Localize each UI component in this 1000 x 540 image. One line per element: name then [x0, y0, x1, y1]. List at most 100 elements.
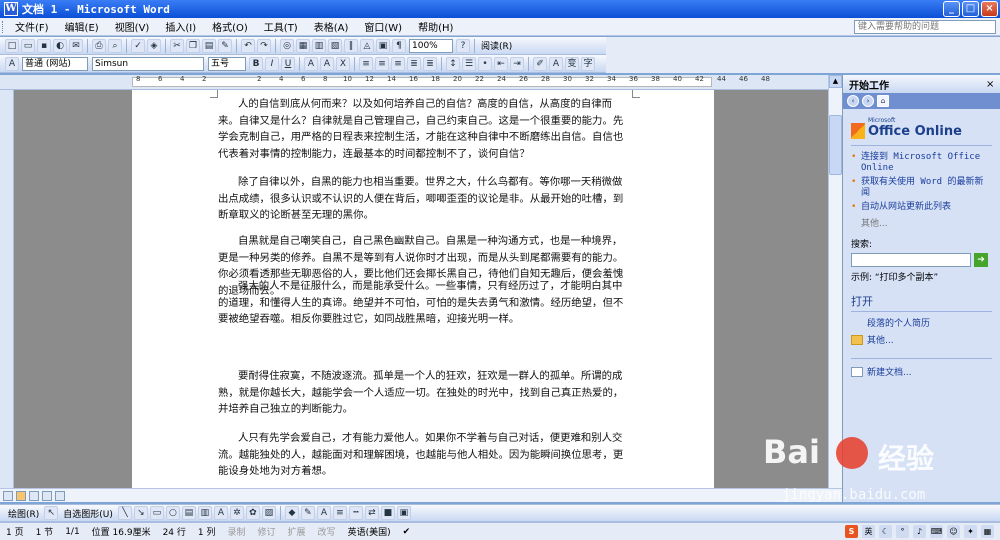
link-latest-news[interactable]: • 获取有关使用 Word 的最新新闻: [851, 177, 992, 199]
save-icon[interactable]: ▪: [37, 38, 51, 53]
copy-icon[interactable]: ❐: [186, 38, 200, 53]
3d-style-icon[interactable]: ▣: [396, 506, 411, 520]
outline-view-icon[interactable]: [42, 490, 52, 501]
columns-icon[interactable]: ‖: [344, 38, 358, 53]
maximize-button[interactable]: □: [962, 1, 979, 17]
help-search-input[interactable]: 键入需要帮助的问题: [854, 19, 996, 34]
increase-indent-icon[interactable]: ⇥: [510, 56, 524, 71]
show-hide-icon[interactable]: ¶: [392, 38, 406, 53]
horizontal-scrollbar[interactable]: [0, 488, 842, 502]
paragraph[interactable]: 强大的人不是征服什么，而是能承受什么。一些事情，只有经历过了，才能明白其中的道理…: [218, 278, 630, 328]
oval-icon[interactable]: ○: [165, 506, 180, 520]
menu-table[interactable]: 表格(A): [306, 19, 357, 34]
style-select[interactable]: 普通 (网站): [22, 56, 88, 71]
vertical-ruler[interactable]: [0, 90, 14, 488]
status-record[interactable]: 录制: [222, 525, 252, 538]
document-page[interactable]: 人的自信到底从何而来？以及如何培养自己的自信？高度的自信，从高度的自律而来。自律…: [132, 90, 714, 488]
more-link[interactable]: 其他...: [861, 216, 992, 229]
print-icon[interactable]: ⎙: [92, 38, 106, 53]
menu-grip[interactable]: [2, 20, 4, 33]
underline-icon[interactable]: U: [281, 56, 295, 71]
dash-style-icon[interactable]: ┅: [348, 506, 363, 520]
paragraph[interactable]: 要耐得住寂寞，不随波逐流。孤单是一个人的狂欢，狂欢是一群人的孤单。所谓的成熟，就…: [218, 368, 630, 418]
autoshapes-menu[interactable]: 自选图形(U): [59, 507, 117, 520]
hyperlink-icon[interactable]: ◎: [280, 38, 294, 53]
drawing-icon[interactable]: ◬: [360, 38, 374, 53]
back-icon[interactable]: ‹: [847, 95, 859, 107]
font-color-draw-icon[interactable]: A: [316, 506, 331, 520]
wordart-icon[interactable]: A: [213, 506, 228, 520]
menu-file[interactable]: 文件(F): [7, 19, 57, 34]
open-folder-icon[interactable]: ▭: [21, 38, 35, 53]
punctuation-icon[interactable]: °: [896, 525, 909, 538]
size-select[interactable]: 五号: [208, 56, 246, 71]
redo-icon[interactable]: ↷: [257, 38, 271, 53]
styles-formatting-icon[interactable]: A: [5, 56, 19, 71]
bold-icon[interactable]: B: [249, 56, 263, 71]
print-preview-icon[interactable]: ⌕: [108, 38, 122, 53]
new-document-link[interactable]: 新建文档...: [851, 358, 992, 378]
normal-view-icon[interactable]: [3, 490, 13, 501]
spelling-status-icon[interactable]: ✔: [397, 527, 417, 537]
menu-format[interactable]: 格式(O): [204, 19, 256, 34]
home-icon[interactable]: ⌂: [877, 95, 889, 107]
recent-file[interactable]: 段落的个人简历: [851, 316, 992, 329]
bullets-icon[interactable]: •: [478, 56, 492, 71]
reading-view-icon[interactable]: [55, 490, 65, 501]
fill-color-icon[interactable]: ◆: [284, 506, 299, 520]
keyboard-icon[interactable]: ⌨: [930, 525, 943, 538]
forward-icon[interactable]: ›: [862, 95, 874, 107]
zoom-select[interactable]: 100%: [409, 38, 453, 53]
ime-logo-icon[interactable]: S: [845, 525, 858, 538]
search-input[interactable]: [851, 253, 971, 267]
char-scale-icon[interactable]: X: [336, 56, 350, 71]
minimize-button[interactable]: _: [943, 1, 960, 17]
scroll-up-icon[interactable]: ▲: [829, 75, 842, 88]
clip-art-icon[interactable]: ✿: [245, 506, 260, 520]
align-center-icon[interactable]: ≡: [375, 56, 389, 71]
line-style-icon[interactable]: ≡: [332, 506, 347, 520]
microphone-icon[interactable]: ♪: [913, 525, 926, 538]
draw-menu[interactable]: 绘图(R): [4, 507, 43, 520]
search-go-icon[interactable]: ➔: [974, 253, 988, 267]
menu-view[interactable]: 视图(V): [107, 19, 158, 34]
task-pane-close-icon[interactable]: ×: [986, 79, 996, 90]
char-border-icon[interactable]: A: [304, 56, 318, 71]
tools-icon[interactable]: ▦: [981, 525, 994, 538]
link-connect-office-online[interactable]: • 连接到 Microsoft Office Online: [851, 152, 992, 174]
rectangle-icon[interactable]: ▭: [149, 506, 164, 520]
line-icon[interactable]: ╲: [117, 506, 132, 520]
font-select[interactable]: Simsun: [92, 56, 204, 71]
menu-edit[interactable]: 编辑(E): [57, 19, 107, 34]
email-icon[interactable]: ✉: [69, 38, 83, 53]
justify-icon[interactable]: ≣: [407, 56, 421, 71]
decrease-indent-icon[interactable]: ⇤: [494, 56, 508, 71]
document-map-icon[interactable]: ▣: [376, 38, 390, 53]
menu-insert[interactable]: 插入(I): [157, 19, 204, 34]
paragraph[interactable]: 人的自信到底从何而来？以及如何培养自己的自信？高度的自信，从高度的自律而来。自律…: [218, 96, 630, 162]
status-overtype[interactable]: 改写: [312, 525, 342, 538]
read-button[interactable]: 阅读(R): [478, 39, 515, 52]
menu-tools[interactable]: 工具(T): [256, 19, 306, 34]
horizontal-ruler[interactable]: 8 6 4 2 2 4 6 8 10 12 14 16 18 20 22 24 …: [0, 75, 842, 90]
shadow-style-icon[interactable]: ■: [380, 506, 395, 520]
skin-icon[interactable]: ✦: [964, 525, 977, 538]
user-icon[interactable]: ☺: [947, 525, 960, 538]
paragraph[interactable]: 人只有先学会爱自己，才有能力爱他人。如果你不学着与自己对话，便更难和别人交流。越…: [218, 430, 630, 480]
spelling-icon[interactable]: ✓: [131, 38, 145, 53]
insert-excel-icon[interactable]: ▧: [328, 38, 342, 53]
open-more[interactable]: 其他...: [851, 333, 992, 346]
vertical-text-box-icon[interactable]: ▥: [197, 506, 212, 520]
permission-icon[interactable]: ◐: [53, 38, 67, 53]
status-track-changes[interactable]: 修订: [252, 525, 282, 538]
menu-window[interactable]: 窗口(W): [356, 19, 410, 34]
enclose-char-icon[interactable]: 字: [581, 56, 595, 71]
cut-icon[interactable]: ✂: [170, 38, 184, 53]
italic-icon[interactable]: I: [265, 56, 279, 71]
paste-icon[interactable]: ▤: [202, 38, 216, 53]
link-auto-update[interactable]: • 自动从网站更新此列表: [851, 202, 992, 213]
moon-icon[interactable]: ☾: [879, 525, 892, 538]
undo-icon[interactable]: ↶: [241, 38, 255, 53]
highlight-icon[interactable]: ✐: [533, 56, 547, 71]
numbering-icon[interactable]: ☰: [462, 56, 476, 71]
